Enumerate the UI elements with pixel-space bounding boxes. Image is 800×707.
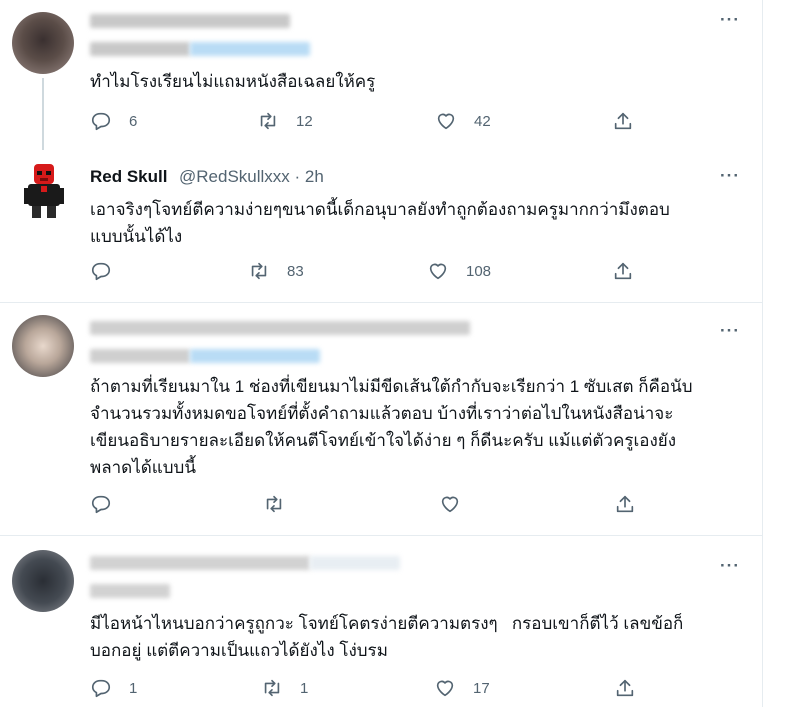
- reply-button[interactable]: 6: [90, 110, 137, 132]
- handle-blurred-blue: [190, 42, 310, 56]
- retweet-button[interactable]: 1: [261, 677, 308, 699]
- tweet-2[interactable]: Red Skull @RedSkullxxx · 2h ··· เอาจริงๆ…: [0, 150, 762, 300]
- reply-icon: [91, 112, 111, 131]
- tweet-text: มีไอหน้าไหนบอกว่าครูถูกวะ โจทย์โคตรง่ายต…: [90, 614, 684, 660]
- reply-icon: [91, 679, 111, 698]
- share-button[interactable]: [614, 677, 636, 699]
- handle-blurred: [90, 349, 190, 363]
- avatar[interactable]: [12, 315, 74, 377]
- author-name-blurred: [90, 14, 290, 28]
- retweet-button[interactable]: [263, 493, 285, 515]
- reply-count: 1: [129, 679, 138, 697]
- tweet-1[interactable]: ··· ทำไมโรงเรียนไม่แถมหนังสือเฉลยให้ครู …: [0, 0, 762, 150]
- retweet-icon: [251, 262, 267, 280]
- retweet-icon: [266, 495, 282, 513]
- like-button[interactable]: [439, 493, 461, 515]
- like-count: 108: [466, 262, 492, 280]
- reply-button[interactable]: [90, 260, 129, 282]
- tweet-feed: ··· ทำไมโรงเรียนไม่แถมหนังสือเฉลยให้ครู …: [0, 0, 763, 707]
- like-icon: [441, 496, 459, 513]
- handle-blurred: [90, 584, 170, 598]
- like-count: 42: [474, 112, 491, 130]
- retweet-count: 12: [296, 112, 313, 130]
- thread-line: [42, 78, 44, 150]
- reply-icon: [91, 495, 111, 514]
- retweet-icon: [260, 112, 276, 130]
- share-icon: [614, 262, 632, 280]
- reply-count: 6: [129, 112, 138, 130]
- handle-blurred: [90, 42, 190, 56]
- more-icon[interactable]: ···: [720, 321, 740, 341]
- retweet-icon: [264, 679, 280, 697]
- tweet-text: ถ้าตามที่เรียนมาใน 1 ช่องที่เขียนมาไม่มี…: [90, 377, 693, 477]
- more-icon[interactable]: ···: [720, 556, 740, 576]
- like-button[interactable]: 42: [435, 110, 491, 132]
- retweet-count: 1: [300, 679, 309, 697]
- share-icon: [616, 495, 634, 513]
- like-icon: [437, 113, 455, 130]
- author-name-blurred: [90, 556, 310, 570]
- like-icon: [436, 680, 454, 697]
- share-button[interactable]: [612, 260, 634, 282]
- like-count: 17: [473, 679, 490, 697]
- more-icon[interactable]: ···: [720, 166, 740, 186]
- tweet-text: ทำไมโรงเรียนไม่แถมหนังสือเฉลยให้ครู: [90, 72, 376, 91]
- like-button[interactable]: 108: [427, 260, 491, 282]
- author-name[interactable]: Red Skull: [90, 167, 167, 187]
- like-icon: [429, 263, 447, 280]
- reply-button[interactable]: [90, 493, 112, 515]
- tweet-4[interactable]: ··· มีไอหน้าไหนบอกว่าครูถูกวะ โจทย์โคตรง…: [0, 536, 762, 707]
- avatar[interactable]: [12, 12, 74, 74]
- avatar[interactable]: [20, 162, 68, 220]
- reply-button[interactable]: 1: [90, 677, 137, 699]
- handle-blurred-blue: [190, 349, 320, 363]
- share-icon: [616, 679, 634, 697]
- share-icon: [614, 112, 632, 130]
- share-button[interactable]: [614, 493, 636, 515]
- like-button[interactable]: 17: [434, 677, 490, 699]
- share-button[interactable]: [612, 110, 634, 132]
- reply-icon: [91, 262, 111, 281]
- retweet-button[interactable]: 83: [248, 260, 304, 282]
- avatar[interactable]: [12, 550, 74, 612]
- scrollbar[interactable]: [780, 0, 800, 707]
- retweet-count: 83: [287, 262, 304, 280]
- author-name-blurred-ext: [310, 556, 400, 570]
- author-handle[interactable]: @RedSkullxxx · 2h: [179, 167, 324, 187]
- author-name-blurred: [90, 321, 470, 335]
- retweet-button[interactable]: 12: [257, 110, 313, 132]
- tweet-3[interactable]: ··· ถ้าตามที่เรียนมาใน 1 ช่องที่เขียนมาไ…: [0, 303, 762, 535]
- more-icon[interactable]: ···: [720, 10, 740, 30]
- tweet-text: เอาจริงๆโจทย์ตีความง่ายๆขนาดนี้เด็กอนุบา…: [90, 200, 670, 246]
